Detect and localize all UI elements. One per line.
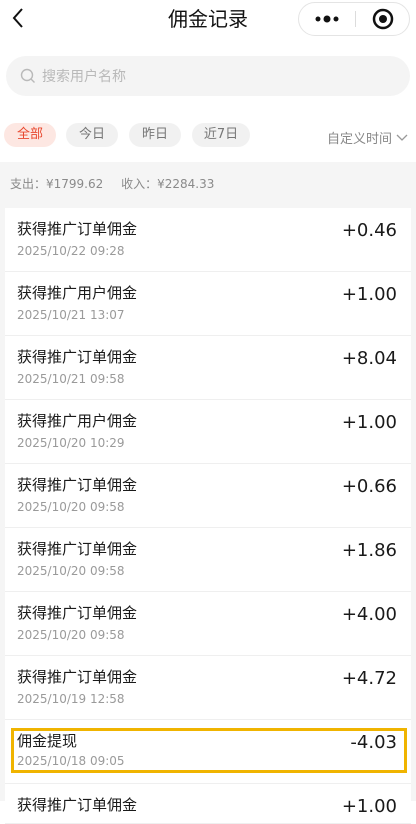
record-amount: +4.00 bbox=[341, 604, 397, 625]
filter-bar: 全部 今日 昨日 近7日 自定义时间 bbox=[0, 120, 416, 150]
mini-program-capsule bbox=[298, 2, 410, 36]
record-amount: +1.86 bbox=[341, 540, 397, 561]
more-dots-icon bbox=[315, 15, 338, 23]
target-close-icon bbox=[372, 8, 394, 30]
record-amount: +0.46 bbox=[341, 220, 397, 241]
list-item-withdrawal[interactable]: 佣金提现 2025/10/18 09:05 -4.03 bbox=[5, 720, 411, 784]
record-time: 2025/10/20 10:29 bbox=[17, 436, 125, 450]
summary-text: 支出：¥1799.62 收入：¥2284.33 bbox=[10, 175, 214, 192]
list-item[interactable]: 获得推广订单佣金 +1.00 bbox=[5, 784, 411, 824]
record-amount: -4.03 bbox=[350, 732, 397, 753]
filter-all[interactable]: 全部 bbox=[4, 123, 56, 147]
record-label: 获得推广订单佣金 bbox=[17, 604, 138, 622]
record-amount: +4.72 bbox=[341, 668, 397, 689]
record-label: 获得推广订单佣金 bbox=[17, 348, 138, 366]
record-amount: +1.00 bbox=[341, 796, 397, 817]
record-amount: +1.00 bbox=[341, 284, 397, 305]
income-total: 收入：¥2284.33 bbox=[121, 177, 215, 191]
list-item[interactable]: 获得推广订单佣金 2025/10/20 09:58 +1.86 bbox=[5, 528, 411, 592]
record-label: 佣金提现 bbox=[17, 732, 78, 750]
list-item[interactable]: 获得推广订单佣金 2025/10/20 09:58 +0.66 bbox=[5, 464, 411, 528]
close-button[interactable] bbox=[356, 3, 410, 35]
filter-today[interactable]: 今日 bbox=[66, 123, 118, 147]
search-placeholder: 搜索用户名称 bbox=[42, 69, 126, 85]
record-time: 2025/10/21 09:58 bbox=[17, 372, 125, 386]
record-label: 获得推广用户佣金 bbox=[17, 412, 138, 430]
search-input[interactable]: 搜索用户名称 bbox=[6, 56, 410, 96]
record-time: 2025/10/20 09:58 bbox=[17, 628, 125, 642]
list-item[interactable]: 获得推广用户佣金 2025/10/21 13:07 +1.00 bbox=[5, 272, 411, 336]
record-time: 2025/10/20 09:58 bbox=[17, 500, 125, 514]
expense-total: 支出：¥1799.62 bbox=[10, 177, 104, 191]
list-item[interactable]: 获得推广订单佣金 2025/10/19 12:58 +4.72 bbox=[5, 656, 411, 720]
summary-bar: 支出：¥1799.62 收入：¥2284.33 bbox=[0, 162, 416, 202]
record-label: 获得推广订单佣金 bbox=[17, 220, 138, 238]
record-amount: +8.04 bbox=[341, 348, 397, 369]
record-time: 2025/10/18 09:05 bbox=[17, 754, 125, 768]
record-label: 获得推广订单佣金 bbox=[17, 668, 138, 686]
list-item[interactable]: 获得推广用户佣金 2025/10/20 10:29 +1.00 bbox=[5, 400, 411, 464]
record-label: 获得推广订单佣金 bbox=[17, 796, 138, 814]
list-item[interactable]: 获得推广订单佣金 2025/10/21 09:58 +8.04 bbox=[5, 336, 411, 400]
record-label: 获得推广订单佣金 bbox=[17, 540, 138, 558]
record-label: 获得推广用户佣金 bbox=[17, 284, 138, 302]
navigation-bar: 佣金记录 bbox=[0, 0, 416, 38]
record-amount: +0.66 bbox=[341, 476, 397, 497]
record-label: 获得推广订单佣金 bbox=[17, 476, 138, 494]
record-amount: +1.00 bbox=[341, 412, 397, 433]
search-icon bbox=[20, 68, 35, 83]
chevron-down-icon bbox=[396, 134, 408, 141]
more-button[interactable] bbox=[299, 3, 354, 35]
record-time: 2025/10/22 09:28 bbox=[17, 244, 125, 258]
record-time: 2025/10/20 09:58 bbox=[17, 564, 125, 578]
record-time: 2025/10/19 12:58 bbox=[17, 692, 125, 706]
filter-yesterday[interactable]: 昨日 bbox=[129, 123, 181, 147]
custom-time-label: 自定义时间 bbox=[326, 132, 392, 147]
filter-7days[interactable]: 近7日 bbox=[192, 123, 250, 147]
list-item[interactable]: 获得推广订单佣金 2025/10/20 09:58 +4.00 bbox=[5, 592, 411, 656]
custom-time-button[interactable]: 自定义时间 bbox=[327, 128, 408, 147]
record-time: 2025/10/21 13:07 bbox=[17, 308, 125, 322]
list-item[interactable]: 获得推广订单佣金 2025/10/22 09:28 +0.46 bbox=[5, 208, 411, 272]
